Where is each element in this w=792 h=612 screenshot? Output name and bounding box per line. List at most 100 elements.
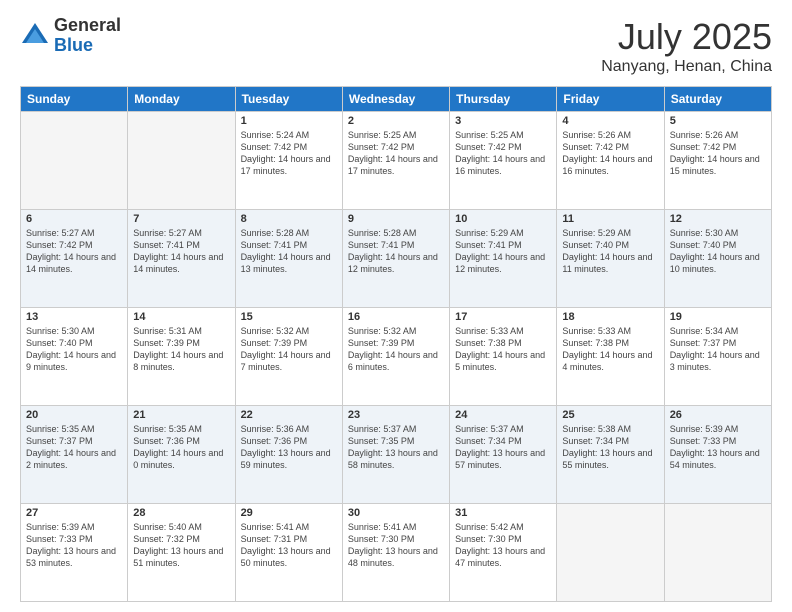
- logo-text: General Blue: [54, 16, 121, 56]
- table-cell: 3 Sunrise: 5:25 AM Sunset: 7:42 PM Daylig…: [450, 112, 557, 210]
- calendar-body: 1 Sunrise: 5:24 AM Sunset: 7:42 PM Daylig…: [21, 112, 772, 602]
- day-number: 30: [348, 507, 444, 519]
- table-cell: 20 Sunrise: 5:35 AM Sunset: 7:37 PM Dayli…: [21, 406, 128, 504]
- day-number: 13: [26, 311, 122, 323]
- col-monday: Monday: [128, 87, 235, 112]
- table-cell: 2Sunrise: 5:25 AM Sunset: 7:42 PM Daylig…: [342, 112, 449, 210]
- calendar-table: Sunday Monday Tuesday Wednesday Thursday…: [20, 86, 772, 602]
- table-cell: 29 Sunrise: 5:41 AM Sunset: 7:31 PM Dayli…: [235, 504, 342, 602]
- day-info: Sunrise: 5:25 AM Sunset: 7:42 PM Dayligh…: [455, 129, 551, 178]
- table-cell: 28 Sunrise: 5:40 AM Sunset: 7:32 PM Dayli…: [128, 504, 235, 602]
- day-info: Sunrise: 5:41 AM Sunset: 7:31 PM Dayligh…: [241, 521, 337, 570]
- table-cell: 26Sunrise: 5:39 AM Sunset: 7:33 PM Dayli…: [664, 406, 771, 504]
- subtitle: Nanyang, Henan, China: [601, 58, 772, 76]
- day-info: Sunrise: 5:29 AM Sunset: 7:41 PM Dayligh…: [455, 227, 551, 276]
- day-number: 9: [348, 213, 444, 225]
- table-cell: 25 Sunrise: 5:38 AM Sunset: 7:34 PM Dayli…: [557, 406, 664, 504]
- table-cell: 24 Sunrise: 5:37 AM Sunset: 7:34 PM Dayli…: [450, 406, 557, 504]
- day-number: 25: [562, 409, 658, 421]
- table-cell: 23Sunrise: 5:37 AM Sunset: 7:35 PM Dayli…: [342, 406, 449, 504]
- table-cell: 17Sunrise: 5:33 AM Sunset: 7:38 PM Dayli…: [450, 308, 557, 406]
- day-info: Sunrise: 5:32 AM Sunset: 7:39 PM Dayligh…: [241, 325, 337, 374]
- table-cell: [128, 112, 235, 210]
- day-number: 18: [562, 311, 658, 323]
- week-row-4: 20 Sunrise: 5:35 AM Sunset: 7:37 PM Dayli…: [21, 406, 772, 504]
- table-cell: [664, 504, 771, 602]
- day-number: 3: [455, 115, 551, 127]
- day-info: Sunrise: 5:29 AM Sunset: 7:40 PM Dayligh…: [562, 227, 658, 276]
- day-info: Sunrise: 5:34 AM Sunset: 7:37 PM Dayligh…: [670, 325, 766, 374]
- day-number: 6: [26, 213, 122, 225]
- day-info: Sunrise: 5:40 AM Sunset: 7:32 PM Dayligh…: [133, 521, 229, 570]
- table-cell: 8Sunrise: 5:28 AM Sunset: 7:41 PM Daylig…: [235, 210, 342, 308]
- logo-icon: [20, 21, 50, 51]
- table-cell: 22 Sunrise: 5:36 AM Sunset: 7:36 PM Dayli…: [235, 406, 342, 504]
- day-number: 12: [670, 213, 766, 225]
- day-info: Sunrise: 5:39 AM Sunset: 7:33 PM Dayligh…: [26, 521, 122, 570]
- day-number: 15: [241, 311, 337, 323]
- col-wednesday: Wednesday: [342, 87, 449, 112]
- day-info: Sunrise: 5:30 AM Sunset: 7:40 PM Dayligh…: [670, 227, 766, 276]
- day-number: 20: [26, 409, 122, 421]
- day-info: Sunrise: 5:36 AM Sunset: 7:36 PM Dayligh…: [241, 423, 337, 472]
- page: General Blue July 2025 Nanyang, Henan, C…: [0, 0, 792, 612]
- day-info: Sunrise: 5:41 AM Sunset: 7:30 PM Dayligh…: [348, 521, 444, 570]
- col-friday: Friday: [557, 87, 664, 112]
- table-cell: [21, 112, 128, 210]
- table-cell: 27 Sunrise: 5:39 AM Sunset: 7:33 PM Dayli…: [21, 504, 128, 602]
- day-info: Sunrise: 5:30 AM Sunset: 7:40 PM Dayligh…: [26, 325, 122, 374]
- table-cell: 10 Sunrise: 5:29 AM Sunset: 7:41 PM Dayli…: [450, 210, 557, 308]
- day-number: 10: [455, 213, 551, 225]
- table-cell: 12 Sunrise: 5:30 AM Sunset: 7:40 PM Dayli…: [664, 210, 771, 308]
- day-number: 27: [26, 507, 122, 519]
- day-info: Sunrise: 5:26 AM Sunset: 7:42 PM Dayligh…: [562, 129, 658, 178]
- day-number: 31: [455, 507, 551, 519]
- day-number: 24: [455, 409, 551, 421]
- day-number: 1: [241, 115, 337, 127]
- day-number: 29: [241, 507, 337, 519]
- day-number: 21: [133, 409, 229, 421]
- day-info: Sunrise: 5:35 AM Sunset: 7:37 PM Dayligh…: [26, 423, 122, 472]
- day-info: Sunrise: 5:33 AM Sunset: 7:38 PM Dayligh…: [562, 325, 658, 374]
- table-cell: 31 Sunrise: 5:42 AM Sunset: 7:30 PM Dayli…: [450, 504, 557, 602]
- day-info: Sunrise: 5:28 AM Sunset: 7:41 PM Dayligh…: [241, 227, 337, 276]
- day-number: 19: [670, 311, 766, 323]
- day-info: Sunrise: 5:42 AM Sunset: 7:30 PM Dayligh…: [455, 521, 551, 570]
- table-cell: 21 Sunrise: 5:35 AM Sunset: 7:36 PM Dayli…: [128, 406, 235, 504]
- col-saturday: Saturday: [664, 87, 771, 112]
- day-info: Sunrise: 5:26 AM Sunset: 7:42 PM Dayligh…: [670, 129, 766, 178]
- table-cell: 14Sunrise: 5:31 AM Sunset: 7:39 PM Dayli…: [128, 308, 235, 406]
- day-number: 22: [241, 409, 337, 421]
- day-number: 28: [133, 507, 229, 519]
- col-tuesday: Tuesday: [235, 87, 342, 112]
- table-cell: 18 Sunrise: 5:33 AM Sunset: 7:38 PM Dayli…: [557, 308, 664, 406]
- title-block: July 2025 Nanyang, Henan, China: [601, 16, 772, 76]
- day-info: Sunrise: 5:27 AM Sunset: 7:42 PM Dayligh…: [26, 227, 122, 276]
- table-cell: 15 Sunrise: 5:32 AM Sunset: 7:39 PM Dayli…: [235, 308, 342, 406]
- week-row-1: 1 Sunrise: 5:24 AM Sunset: 7:42 PM Daylig…: [21, 112, 772, 210]
- week-row-5: 27 Sunrise: 5:39 AM Sunset: 7:33 PM Dayli…: [21, 504, 772, 602]
- table-cell: 16Sunrise: 5:32 AM Sunset: 7:39 PM Dayli…: [342, 308, 449, 406]
- day-info: Sunrise: 5:32 AM Sunset: 7:39 PM Dayligh…: [348, 325, 444, 374]
- day-info: Sunrise: 5:33 AM Sunset: 7:38 PM Dayligh…: [455, 325, 551, 374]
- table-cell: 7Sunrise: 5:27 AM Sunset: 7:41 PM Daylig…: [128, 210, 235, 308]
- logo-blue: Blue: [54, 36, 121, 56]
- month-title: July 2025: [601, 16, 772, 58]
- day-info: Sunrise: 5:24 AM Sunset: 7:42 PM Dayligh…: [241, 129, 337, 178]
- day-number: 2: [348, 115, 444, 127]
- day-info: Sunrise: 5:28 AM Sunset: 7:41 PM Dayligh…: [348, 227, 444, 276]
- day-info: Sunrise: 5:37 AM Sunset: 7:34 PM Dayligh…: [455, 423, 551, 472]
- day-info: Sunrise: 5:27 AM Sunset: 7:41 PM Dayligh…: [133, 227, 229, 276]
- table-cell: 1 Sunrise: 5:24 AM Sunset: 7:42 PM Daylig…: [235, 112, 342, 210]
- day-info: Sunrise: 5:38 AM Sunset: 7:34 PM Dayligh…: [562, 423, 658, 472]
- day-info: Sunrise: 5:37 AM Sunset: 7:35 PM Dayligh…: [348, 423, 444, 472]
- col-sunday: Sunday: [21, 87, 128, 112]
- table-cell: 5Sunrise: 5:26 AM Sunset: 7:42 PM Daylig…: [664, 112, 771, 210]
- header: General Blue July 2025 Nanyang, Henan, C…: [20, 16, 772, 76]
- header-row: Sunday Monday Tuesday Wednesday Thursday…: [21, 87, 772, 112]
- day-number: 26: [670, 409, 766, 421]
- day-number: 14: [133, 311, 229, 323]
- logo: General Blue: [20, 16, 121, 56]
- day-info: Sunrise: 5:35 AM Sunset: 7:36 PM Dayligh…: [133, 423, 229, 472]
- day-number: 4: [562, 115, 658, 127]
